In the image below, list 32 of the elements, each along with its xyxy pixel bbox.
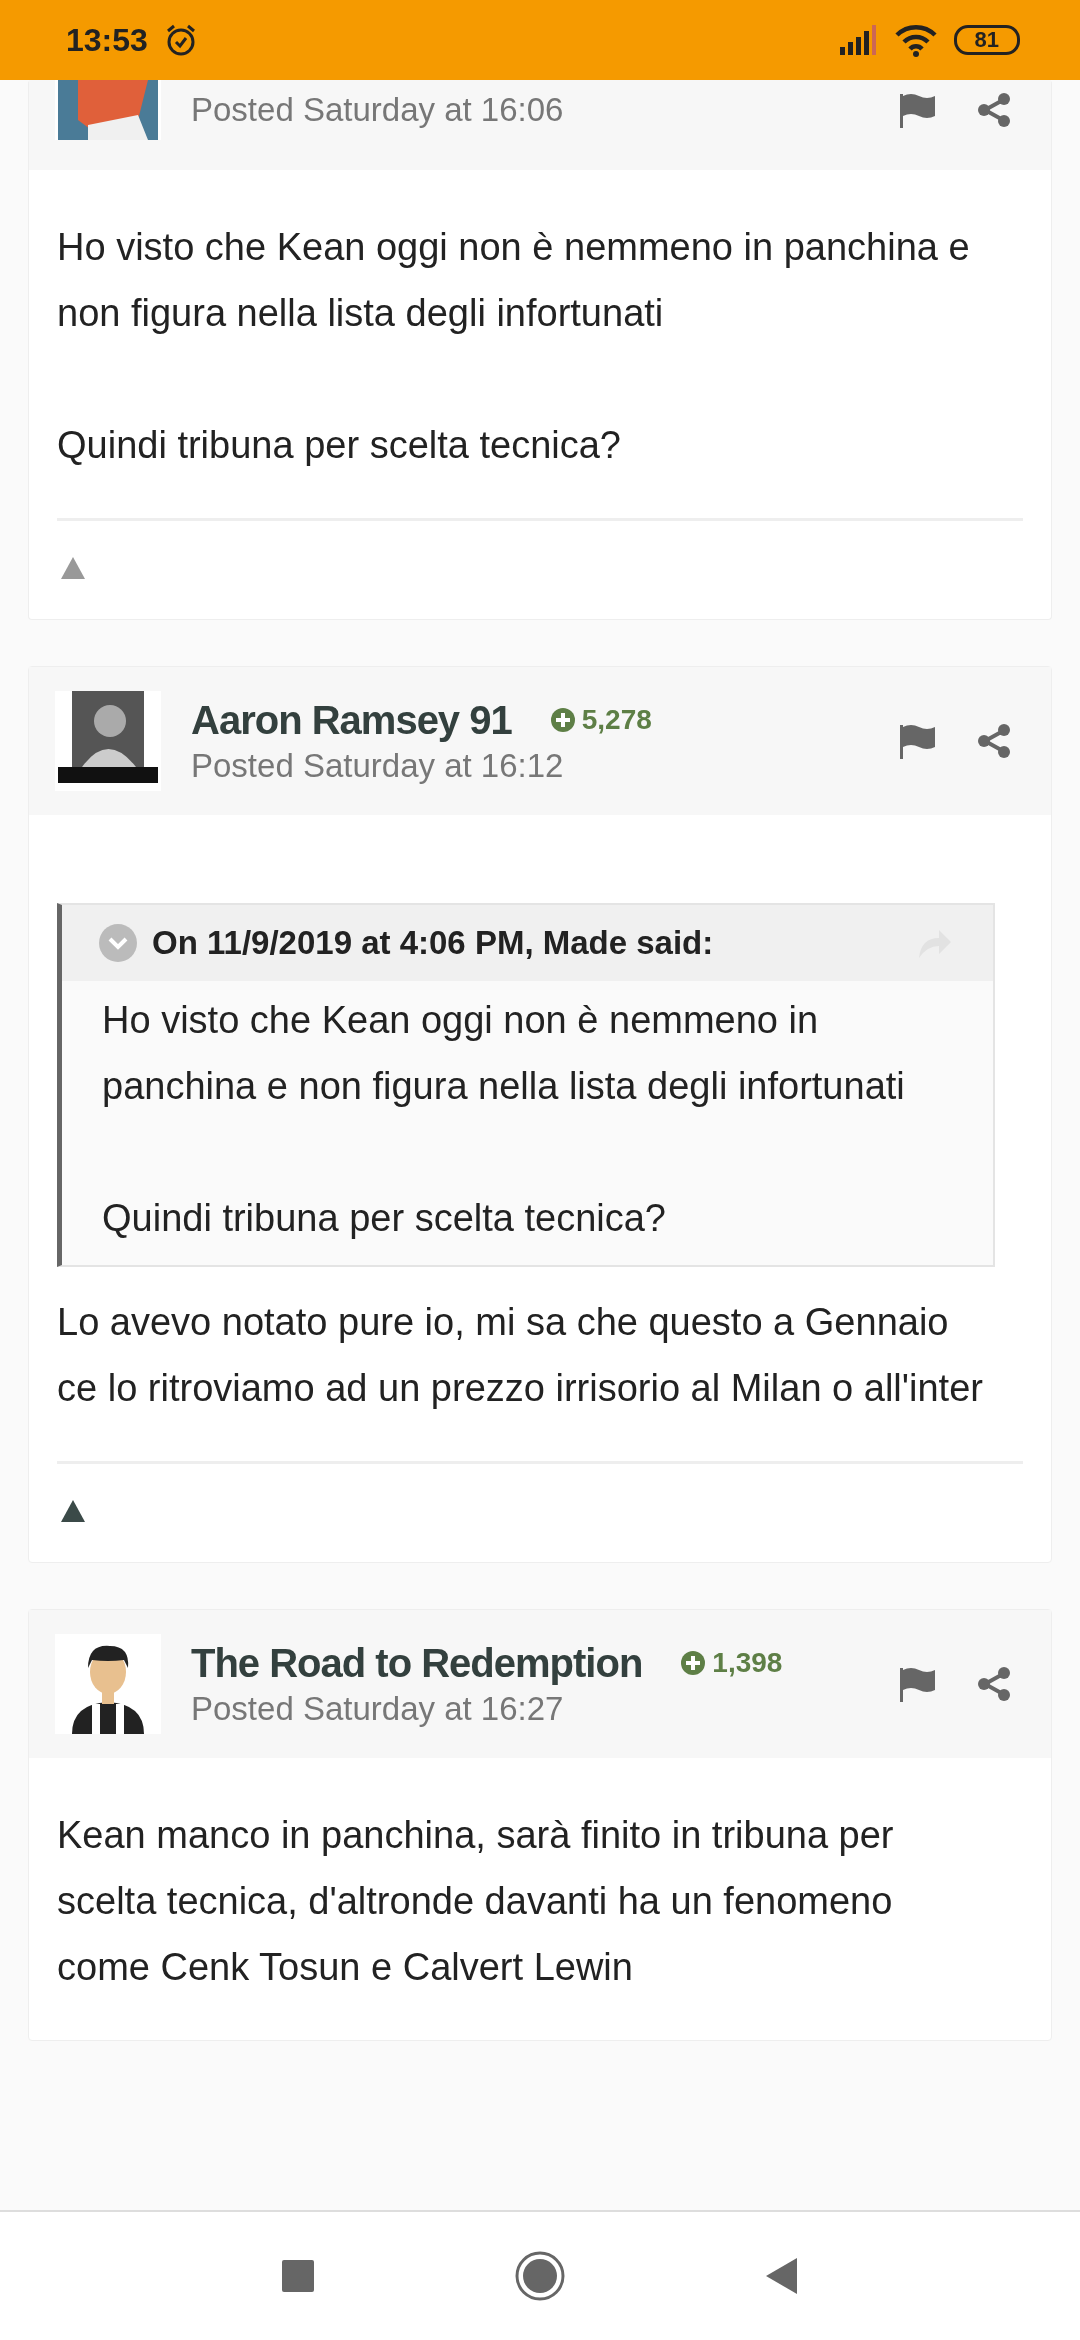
avatar-icon xyxy=(55,1634,161,1734)
post-date: Posted Saturday at 16:27 xyxy=(191,1689,565,1728)
battery-level: 81 xyxy=(953,25,1020,55)
post-text: Lo avevo notato pure io, mi sa che questo a Gennaio ce lo ritroviamo ad un prezzo irrisorio al Milan o all'inter xyxy=(57,1300,984,1411)
report-flag-icon[interactable] xyxy=(899,1666,937,1702)
share-icon[interactable] xyxy=(977,1666,1011,1702)
clock-time: 13:53 xyxy=(66,21,148,59)
report-flag-icon[interactable] xyxy=(899,723,937,759)
reputation-count: 5,278 xyxy=(581,704,652,736)
recents-square-icon[interactable] xyxy=(281,2259,315,2293)
back-triangle-icon[interactable] xyxy=(765,2257,799,2295)
avatar-icon xyxy=(55,691,161,791)
home-circle-icon[interactable] xyxy=(515,2251,565,2301)
post-date: Posted Saturday at 16:06 xyxy=(191,91,565,129)
report-flag-icon[interactable] xyxy=(899,92,937,128)
quote-text: Ho visto che Kean oggi non è nemmeno in panchina e non figura nella lista degli infortunati xyxy=(102,998,906,1109)
reputation-count: 1,398 xyxy=(712,1647,783,1679)
share-icon[interactable] xyxy=(977,723,1011,759)
author-name[interactable]: Aaron Ramsey 91 xyxy=(191,697,512,743)
quote-text: Quindi tribuna per scelta tecnica? xyxy=(102,1196,667,1241)
wifi-icon xyxy=(893,23,938,57)
post-text: Ho visto che Kean oggi non è nemmeno in panchina e non figura nella lista degli infortunati xyxy=(57,225,971,336)
quote-attribution: On 11/9/2019 at 4:06 PM, Made said: xyxy=(152,924,714,962)
signal-icon xyxy=(837,25,878,55)
plus-circle-icon xyxy=(549,707,576,733)
author-name[interactable]: The Road to Redemption xyxy=(191,1640,643,1686)
upvote-arrow-icon[interactable] xyxy=(61,1500,85,1522)
post-text: Kean manco in panchina, sarà finito in tribuna per scelta tecnica, d'altronde davanti ha un fenomeno come Cenk Tosun e Calvert Lewin xyxy=(57,1813,895,1990)
plus-circle-icon xyxy=(680,1650,707,1676)
post-text: Quindi tribuna per scelta tecnica? xyxy=(57,423,622,468)
share-icon[interactable] xyxy=(977,92,1011,128)
post-date: Posted Saturday at 16:12 xyxy=(191,746,565,785)
